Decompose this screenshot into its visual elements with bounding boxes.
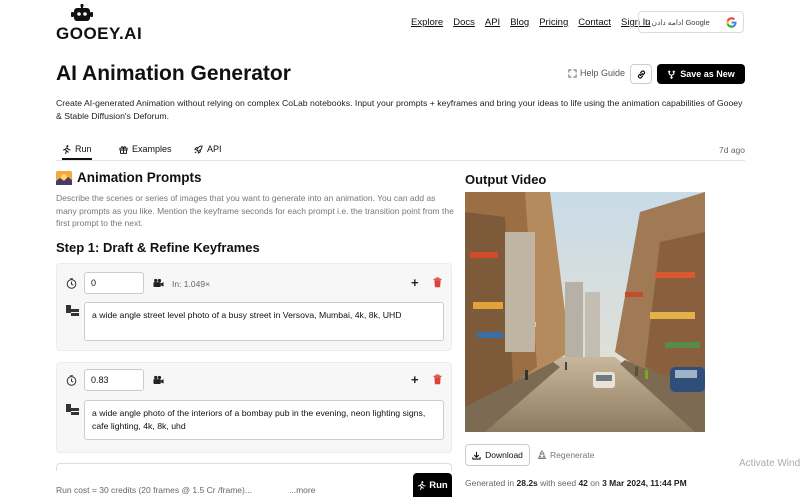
tab-api-label: API [207, 144, 222, 154]
timer-icon [66, 375, 77, 386]
page-title: AI Animation Generator [56, 62, 291, 85]
logo-text: GOOEY.AI [56, 24, 143, 43]
output-video-title: Output Video [465, 172, 547, 187]
gen-seed-prefix: with seed [537, 478, 579, 488]
keyframe-prompt-textarea[interactable]: a wide angle photo of the interiors of a… [84, 400, 444, 440]
run-cost: Run cost = 30 credits (20 frames @ 1.5 C… [56, 485, 252, 495]
running-person-icon [418, 480, 426, 490]
download-label: Download [485, 450, 523, 460]
output-video[interactable] [465, 192, 705, 432]
save-as-new-button[interactable]: Save as New [657, 64, 745, 84]
google-icon [726, 16, 737, 28]
keyframe-card: 0 In: 1.049× + a wide angle street level… [56, 263, 452, 351]
google-signin-label: ادامه دادن با Google [645, 17, 710, 27]
run-more-link[interactable]: ...more [289, 485, 315, 495]
keyframe-card: 0.83 + a wide angle photo of the interio… [56, 362, 452, 453]
gen-date: 3 Mar 2024, 11:44 PM [602, 478, 687, 488]
nav-docs[interactable]: Docs [453, 17, 475, 28]
tab-examples-label: Examples [132, 144, 172, 154]
tab-bar: Run Examples API 7d ago [56, 140, 745, 161]
page-description: Create AI-generated Animation without re… [56, 98, 743, 121]
add-keyframe-button[interactable]: + [411, 372, 419, 387]
video-camera-icon[interactable] [153, 375, 164, 385]
step-1-title: Step 1: Draft & Refine Keyframes [56, 240, 260, 255]
gen-on: on [587, 478, 603, 488]
running-person-icon [62, 144, 71, 154]
sunset-image-icon [56, 170, 72, 185]
keyframe-card-partial [56, 463, 452, 471]
copy-link-button[interactable] [630, 64, 652, 84]
robot-logo-icon [71, 4, 93, 21]
tab-examples[interactable]: Examples [119, 144, 172, 154]
save-fork-icon [668, 70, 676, 79]
nav-blog[interactable]: Blog [510, 17, 529, 28]
drag-handle-icon[interactable] [66, 305, 79, 316]
nav-explore[interactable]: Explore [411, 17, 443, 28]
run-cost-suffix: (20 frames @ 1.5 Cr /frame)... [136, 485, 252, 495]
drag-handle-icon[interactable] [66, 404, 79, 415]
gen-time: 28.2s [516, 478, 538, 488]
delete-icon[interactable] [433, 277, 442, 288]
google-signin-button[interactable]: ادامه دادن با Google [638, 11, 744, 33]
logo[interactable]: GOOEY.AI [56, 4, 142, 44]
gen-seed: 42 [578, 478, 588, 488]
regenerate-label: Regenerate [550, 450, 595, 460]
save-as-new-label: Save as New [680, 69, 735, 79]
download-icon [472, 451, 481, 460]
street-scene-image [465, 192, 705, 432]
keyframe-frame-input[interactable]: 0.83 [84, 369, 144, 391]
tab-api[interactable]: API [194, 144, 222, 154]
top-nav: Explore Docs API Blog Pricing Contact Si… [411, 17, 661, 28]
timer-icon [66, 278, 77, 289]
last-updated-time: 7d ago [719, 145, 745, 155]
link-icon [637, 69, 645, 79]
generation-info: Generated in 28.2s with seed 42 on 3 Mar… [465, 478, 687, 488]
regenerate-button[interactable]: Regenerate [537, 450, 594, 460]
keyframe-zoom-label: In: 1.049× [172, 279, 211, 289]
nav-contact[interactable]: Contact [578, 17, 611, 28]
help-guide-link[interactable]: Help Guide [568, 68, 625, 78]
download-button[interactable]: Download [465, 444, 530, 466]
tab-run[interactable]: Run [62, 144, 92, 160]
nav-api[interactable]: API [485, 17, 500, 28]
run-button[interactable]: Run [413, 473, 452, 497]
animation-prompts-heading: Animation Prompts [56, 170, 202, 185]
expand-icon [568, 68, 577, 78]
tab-run-label: Run [75, 144, 92, 154]
video-camera-icon[interactable] [153, 278, 164, 288]
animation-prompts-title: Animation Prompts [77, 170, 202, 185]
animation-prompts-description: Describe the scenes or series of images … [56, 193, 454, 228]
recycle-icon [537, 450, 547, 459]
credits-link[interactable]: 30 credits [99, 485, 136, 495]
run-cost-prefix: Run cost = [56, 485, 100, 495]
keyframe-frame-input[interactable]: 0 [84, 272, 144, 294]
run-button-label: Run [429, 479, 448, 491]
help-guide-label: Help Guide [580, 68, 626, 78]
gen-prefix: Generated in [465, 478, 517, 488]
gift-icon [119, 145, 128, 154]
rocket-icon [194, 144, 203, 154]
delete-icon[interactable] [433, 374, 442, 385]
add-keyframe-button[interactable]: + [411, 275, 419, 290]
nav-pricing[interactable]: Pricing [539, 17, 568, 28]
keyframe-prompt-textarea[interactable]: a wide angle street level photo of a bus… [84, 302, 444, 341]
windows-activation-watermark: Activate Wind [739, 458, 800, 469]
